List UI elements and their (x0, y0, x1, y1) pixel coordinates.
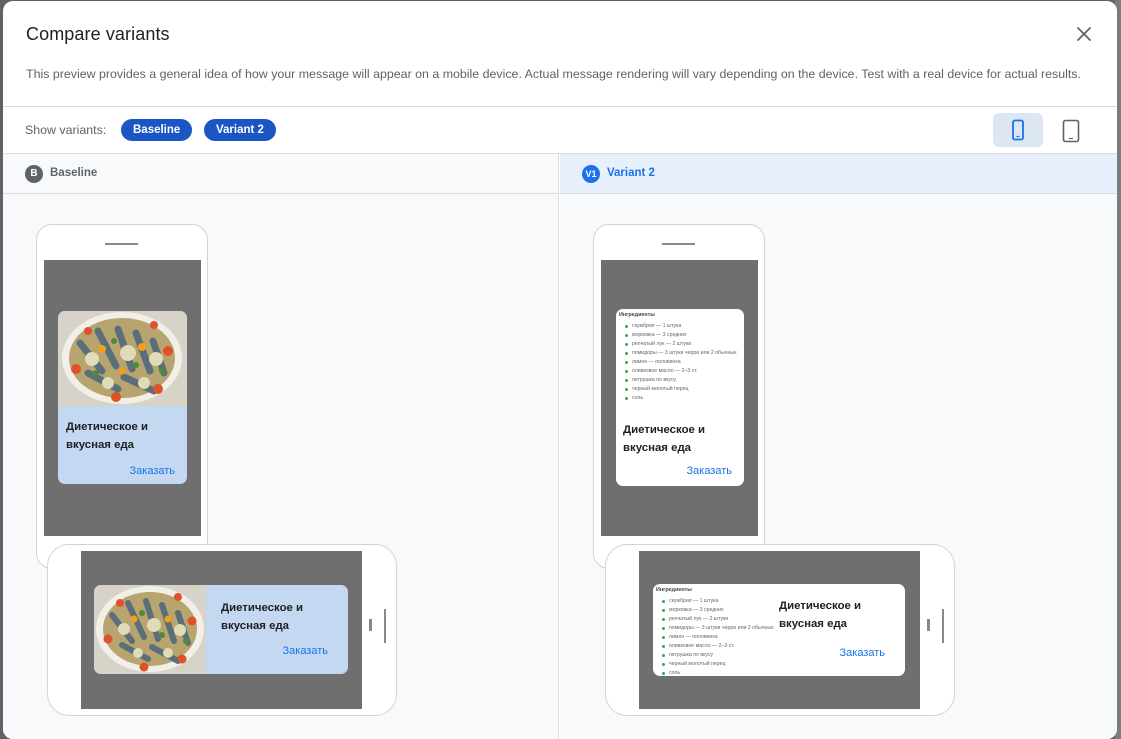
ingredient-item: скумбрия — 1 штука (662, 597, 774, 606)
food-dish-image (94, 585, 206, 674)
ingredient-item: соль (625, 394, 737, 403)
ingredients-image: Ингредиенты скумбрия — 1 штука морковка —… (619, 311, 737, 403)
phone-screen: Ингредиенты скумбрия — 1 штука морковка —… (639, 551, 920, 709)
ingredient-item: оливковое масло — 2–3 ст. (625, 367, 737, 376)
phone-camera (369, 619, 372, 631)
baseline-badge: B (25, 165, 43, 183)
ingredient-item: петрушка по вкусу (625, 376, 737, 385)
chip-variant-2[interactable]: Variant 2 (204, 119, 276, 141)
show-variants-label: Show variants: (25, 123, 107, 137)
ingredient-item: морковка — 3 средних (625, 331, 737, 340)
close-icon (1077, 27, 1091, 41)
smartphone-icon (1012, 119, 1024, 141)
ingredient-item: скумбрия — 1 штука (625, 322, 737, 331)
ingredient-item: оливковое масло — 2–3 ст. (662, 642, 774, 651)
compare-variants-dialog: Compare variants This preview provides a… (3, 1, 1117, 739)
smartphone-view-button[interactable] (993, 113, 1043, 147)
ingredients-list: скумбрия — 1 штука морковка — 3 средних ре… (656, 597, 774, 676)
ingredient-item: лимон — половинка (625, 358, 737, 367)
chip-baseline[interactable]: Baseline (121, 119, 193, 141)
ingredient-item: соль (662, 669, 774, 676)
baseline-column: B Baseline Диетическое и вкусная еда Зак… (3, 154, 559, 739)
order-action-link[interactable]: Заказать (687, 465, 733, 477)
ingredient-item: репчатый лук — 2 штуки (662, 615, 774, 624)
ingredients-image: Ингредиенты скумбрия — 1 штука морковка —… (656, 586, 774, 676)
phone-screen: Диетическое и вкусная еда Заказать (44, 260, 201, 536)
dialog-description: This preview provides a general idea of … (26, 67, 1081, 81)
ingredient-item: репчатый лук — 2 штуки (625, 340, 737, 349)
phone-camera (927, 619, 930, 631)
tablet-view-button[interactable] (1045, 113, 1095, 147)
variant-2-column-title: Variant 2 (607, 167, 655, 179)
ingredient-item: черный молотый перец (662, 660, 774, 669)
ingredient-item: петрушка по вкусу (662, 651, 774, 660)
ingredients-list: скумбрия — 1 штука морковка — 3 средних ре… (619, 322, 737, 403)
message-title: Диетическое и вкусная еда (779, 600, 862, 630)
message-title: Диетическое и вкусная еда (221, 602, 304, 632)
ingredient-item: помидоры — 3 штуки черри или 2 обычных (662, 624, 774, 633)
portrait-phone-preview: Ингредиенты скумбрия — 1 штука морковка —… (593, 224, 765, 569)
baseline-column-header: B Baseline (3, 154, 558, 194)
phone-speaker (105, 243, 138, 245)
close-button[interactable] (1073, 23, 1095, 45)
ingredient-item: помидоры — 3 штуки черри или 2 обычных (625, 349, 737, 358)
variant-badge: V1 (582, 165, 600, 183)
ingredient-item: морковка — 3 средних (662, 606, 774, 615)
phone-home-bar (942, 609, 944, 643)
variant-2-column-header: V1 Variant 2 (560, 154, 1117, 194)
ingredients-title: Ингредиенты (656, 587, 692, 593)
baseline-column-title: Baseline (50, 167, 98, 179)
phone-home-bar (384, 609, 386, 643)
food-dish-image (58, 311, 187, 406)
order-action-link[interactable]: Заказать (130, 465, 176, 477)
rich-message-card: Ингредиенты скумбрия — 1 штука морковка —… (653, 584, 905, 676)
phone-screen: Диетическое и вкусная еда Заказать (81, 551, 362, 709)
order-action-link[interactable]: Заказать (283, 645, 329, 657)
variant-2-column: V1 Variant 2 Ингредиенты скумбрия — 1 шт… (560, 154, 1117, 739)
portrait-phone-preview: Диетическое и вкусная еда Заказать (36, 224, 208, 569)
landscape-phone-preview: Ингредиенты скумбрия — 1 штука морковка —… (605, 544, 955, 716)
ingredient-item: черный молотый перец (625, 385, 737, 394)
rich-message-card: Диетическое и вкусная еда Заказать (58, 311, 187, 484)
phone-screen: Ингредиенты скумбрия — 1 штука морковка —… (601, 260, 758, 536)
rich-message-card: Диетическое и вкусная еда Заказать (94, 585, 348, 674)
message-title: Диетическое и вкусная еда (623, 424, 706, 454)
ingredient-item: лимон — половинка (662, 633, 774, 642)
message-title: Диетическое и вкусная еда (66, 421, 149, 451)
ingredients-title: Ингредиенты (619, 312, 655, 318)
variants-toolbar: Show variants: Baseline Variant 2 (3, 107, 1117, 154)
phone-speaker (662, 243, 695, 245)
rich-message-card: Ингредиенты скумбрия — 1 штука морковка —… (616, 309, 744, 486)
dialog-title: Compare variants (26, 24, 170, 44)
tablet-icon (1062, 119, 1080, 143)
order-action-link[interactable]: Заказать (840, 647, 886, 659)
dialog-header: Compare variants This preview provides a… (3, 1, 1117, 107)
landscape-phone-preview: Диетическое и вкусная еда Заказать (47, 544, 397, 716)
